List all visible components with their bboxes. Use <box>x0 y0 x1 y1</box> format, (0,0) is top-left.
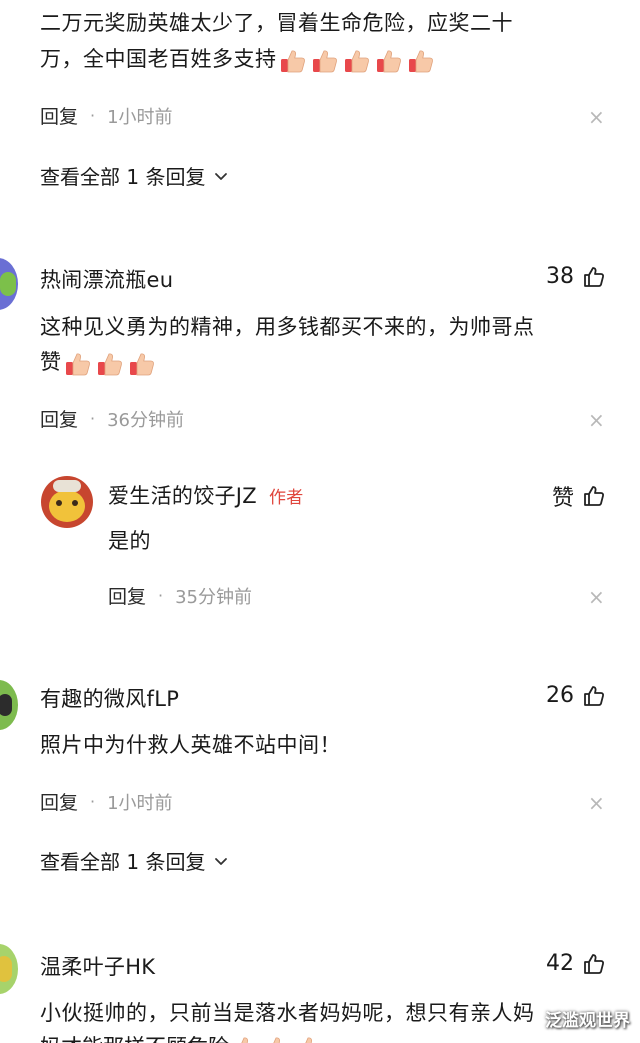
comment-text-line: 万，全中国老百姓多支持 <box>40 42 439 77</box>
thumbs-up-emoji-icon <box>311 47 339 75</box>
username[interactable]: 爱生活的饺子JZ <box>108 480 257 510</box>
reply-button[interactable]: 回复 <box>40 102 78 129</box>
comment-text-line: 这种见义勇为的精神，用多钱都买不来的，为帅哥点 <box>40 315 535 339</box>
avatar[interactable] <box>0 944 18 994</box>
thumbs-up-emoji-icon <box>295 1034 323 1043</box>
thumbs-up-emoji-icon <box>128 350 156 378</box>
comment-meta: 回复 · 35分钟前 <box>108 582 252 609</box>
thumbs-up-emoji-icon <box>96 350 124 378</box>
comment-meta: 回复 · 1小时前 <box>40 788 173 815</box>
comment-text-line: 赞 <box>40 345 160 380</box>
timestamp: 1小时前 <box>107 792 173 814</box>
comment-text: 万，全中国老百姓多支持 <box>40 47 277 71</box>
see-all-replies-link[interactable]: 查看全部 1 条回复 <box>40 846 229 875</box>
emoji-group <box>64 346 160 380</box>
reply-text: 是的 <box>108 529 151 553</box>
chevron-down-icon <box>215 857 228 865</box>
close-icon[interactable]: × <box>588 793 605 813</box>
like-count: 38 <box>546 264 574 289</box>
username[interactable]: 有趣的微风fLP <box>40 683 179 713</box>
like-button[interactable]: 26 <box>546 683 606 708</box>
comment-text-line: 二万元奖励英雄太少了，冒着生命危险，应奖二十 <box>40 11 513 35</box>
reply-button[interactable]: 回复 <box>40 405 78 432</box>
comment-text: 妈才能那样不顾危险 <box>40 1035 229 1043</box>
timestamp: 1小时前 <box>107 106 173 128</box>
timestamp: 35分钟前 <box>175 586 253 608</box>
thumbs-up-outline-icon <box>584 486 605 506</box>
username[interactable]: 热闹漂流瓶eu <box>40 264 173 294</box>
reply-author: 爱生活的饺子JZ 作者 <box>108 480 304 510</box>
like-label: 赞 <box>551 486 574 511</box>
thumbs-up-emoji-icon <box>375 47 403 75</box>
comment-text-line: 照片中为什救人英雄不站中间！ <box>40 733 341 757</box>
thumbs-up-emoji-icon <box>343 47 371 75</box>
comment-feed: 二万元奖励英雄太少了，冒着生命危险，应奖二十 万，全中国老百姓多支持 回复 · … <box>0 0 640 1043</box>
comment-text-line: 妈才能那样不顾危险 <box>40 1031 327 1043</box>
emoji-group <box>279 43 439 77</box>
thumbs-up-outline-icon <box>584 685 605 706</box>
see-all-label: 查看全部 1 条回复 <box>40 165 206 189</box>
timestamp: 36分钟前 <box>107 409 185 431</box>
comment-meta: 回复 · 36分钟前 <box>40 405 184 432</box>
separator-dot: · <box>90 106 96 125</box>
thumbs-up-emoji-icon <box>231 1034 259 1043</box>
reply-button[interactable]: 回复 <box>40 788 78 815</box>
comment-meta: 回复 · 1小时前 <box>40 102 173 129</box>
like-button[interactable]: 38 <box>546 264 606 289</box>
see-all-replies-link[interactable]: 查看全部 1 条回复 <box>40 161 229 190</box>
thumbs-up-emoji-icon <box>279 47 307 75</box>
separator-dot: · <box>158 586 164 605</box>
author-badge: 作者 <box>268 487 304 508</box>
reply-button[interactable]: 回复 <box>108 582 146 609</box>
thumbs-up-emoji-icon <box>407 47 435 75</box>
avatar[interactable] <box>41 476 93 528</box>
thumbs-up-outline-icon <box>584 953 605 974</box>
avatar[interactable] <box>0 680 18 730</box>
close-icon[interactable]: × <box>588 410 605 430</box>
like-count: 42 <box>546 951 574 976</box>
thumbs-up-emoji-icon <box>263 1034 291 1043</box>
like-button[interactable]: 赞 <box>552 480 606 512</box>
thumbs-up-emoji-icon <box>64 350 92 378</box>
close-icon[interactable]: × <box>588 587 605 607</box>
comment-text-line: 小伙挺帅的，只前当是落水者妈妈呢，想只有亲人妈 <box>40 1001 535 1025</box>
like-button[interactable]: 42 <box>546 951 606 976</box>
close-icon[interactable]: × <box>588 107 605 127</box>
comment-text: 赞 <box>40 350 62 374</box>
separator-dot: · <box>90 409 96 428</box>
watermark: 泛滥观世界 <box>545 1011 630 1031</box>
emoji-group <box>231 1034 327 1043</box>
separator-dot: · <box>90 792 96 811</box>
username[interactable]: 温柔叶子HK <box>40 951 155 981</box>
thumbs-up-outline-icon <box>584 266 605 287</box>
see-all-label: 查看全部 1 条回复 <box>40 850 206 874</box>
like-count: 26 <box>546 683 574 708</box>
chevron-down-icon <box>215 172 228 180</box>
avatar[interactable] <box>0 258 18 310</box>
